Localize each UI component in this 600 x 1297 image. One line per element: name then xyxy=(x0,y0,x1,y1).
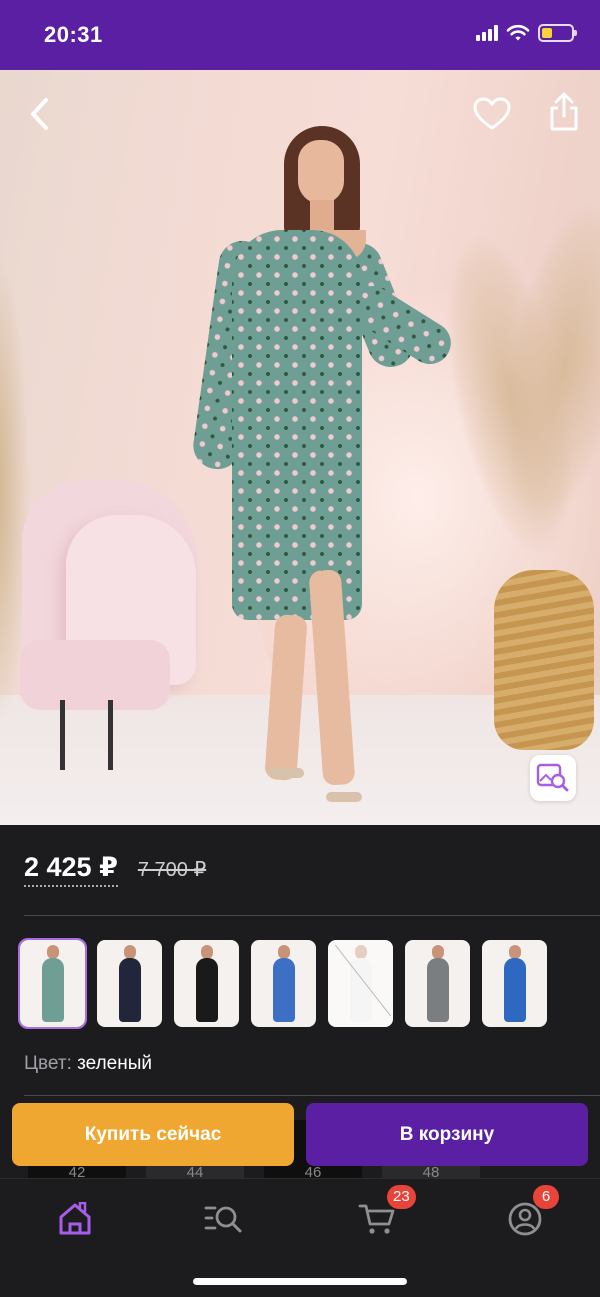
back-button[interactable] xyxy=(20,92,60,136)
variant-thumbnail[interactable] xyxy=(328,940,393,1027)
variant-thumbnail[interactable] xyxy=(251,940,316,1027)
price-row: 2 425 ₽ 7 700 ₽ xyxy=(24,852,206,887)
home-indicator xyxy=(193,1278,407,1285)
tab-profile[interactable]: 6 xyxy=(503,1185,559,1241)
variant-model-head xyxy=(47,945,59,959)
variant-thumbnail[interactable] xyxy=(18,938,87,1029)
color-value: зеленый xyxy=(77,1053,152,1074)
divider xyxy=(24,915,600,916)
status-time: 20:31 xyxy=(44,22,103,47)
old-price: 7 700 ₽ xyxy=(137,859,207,881)
variant-dress xyxy=(504,958,526,1022)
visual-search-icon xyxy=(536,763,569,792)
product-photo[interactable] xyxy=(0,70,600,825)
variant-thumbnail[interactable] xyxy=(97,940,162,1027)
variant-dress xyxy=(119,958,141,1022)
cart-badge: 23 xyxy=(387,1185,416,1209)
color-row: Цвет: зеленый xyxy=(24,1053,152,1075)
variant-dress xyxy=(273,958,295,1022)
color-label: Цвет: xyxy=(24,1053,72,1074)
variant-dress xyxy=(427,958,449,1022)
favorite-button[interactable] xyxy=(470,92,514,136)
wifi-icon xyxy=(506,24,530,41)
heart-icon xyxy=(473,97,511,130)
battery-fill xyxy=(542,28,552,38)
variant-model-head xyxy=(201,945,213,959)
current-price[interactable]: 2 425 ₽ xyxy=(24,852,118,887)
photo-model xyxy=(0,70,600,825)
variant-model-head xyxy=(124,945,136,959)
variant-dress xyxy=(42,958,64,1022)
status-icons xyxy=(476,24,577,42)
profile-badge: 6 xyxy=(533,1185,559,1209)
action-buttons: Купить сейчас В корзину xyxy=(12,1103,588,1166)
tab-catalog[interactable] xyxy=(203,1197,247,1241)
add-to-cart-button[interactable]: В корзину xyxy=(306,1103,588,1166)
back-icon xyxy=(31,98,48,130)
variant-thumbnail[interactable] xyxy=(482,940,547,1027)
tab-cart[interactable]: 23 xyxy=(355,1185,416,1241)
variant-model-head xyxy=(509,945,521,959)
variant-model-head xyxy=(355,945,367,959)
divider xyxy=(24,1095,600,1096)
variant-dress xyxy=(350,958,372,1022)
share-button[interactable] xyxy=(542,90,586,134)
variant-thumbnail[interactable] xyxy=(405,940,470,1027)
cart-icon xyxy=(358,1204,395,1234)
share-icon xyxy=(550,92,578,131)
variant-model-head xyxy=(278,945,290,959)
tab-home[interactable] xyxy=(53,1197,97,1241)
color-variants xyxy=(18,938,547,1029)
catalog-search-icon xyxy=(204,1206,242,1233)
battery-icon xyxy=(538,24,577,42)
signal-icon xyxy=(476,25,498,41)
buy-now-button[interactable]: Купить сейчас xyxy=(12,1103,294,1166)
variant-model-head xyxy=(432,945,444,959)
status-bar: 20:31 xyxy=(0,0,600,70)
variant-dress xyxy=(196,958,218,1022)
visual-search-button[interactable] xyxy=(530,755,576,801)
variant-thumbnail[interactable] xyxy=(174,940,239,1027)
home-icon xyxy=(59,1202,91,1235)
